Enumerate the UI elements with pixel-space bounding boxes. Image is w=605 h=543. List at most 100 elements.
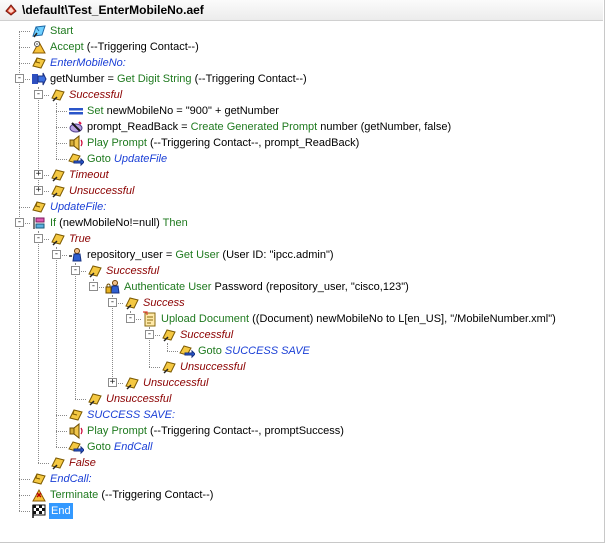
expand-toggle[interactable]: + [34,170,43,179]
label-segment: Timeout [69,169,109,181]
branch-icon [50,167,66,183]
goto-icon [68,439,85,455]
tree-node-label: repository_user = Get User (User ID: "ip… [87,247,334,263]
tree-connector [56,415,67,416]
goto-icon [68,151,85,167]
accept-icon [31,39,47,55]
collapse-toggle[interactable]: - [15,74,24,83]
tree-connector [56,431,67,432]
label-segment: Start [50,25,74,37]
label-segment: Accept [50,41,84,53]
label-segment: Authenticate User [124,281,212,293]
label-segment: Goto [87,441,111,453]
collapse-toggle[interactable]: - [34,234,43,243]
label-icon [31,55,47,71]
tree-node-label: EnterMobileNo: [50,55,126,71]
tree-node-label: Terminate (--Triggering Contact--) [50,487,213,503]
create-prompt-icon [68,119,84,135]
collapse-toggle[interactable]: - [108,298,117,307]
branch-icon [124,375,140,391]
collapse-toggle[interactable]: - [15,218,24,227]
label-segment: (--Triggering Contact--) [191,73,307,85]
collapse-toggle[interactable]: - [34,90,43,99]
collapse-toggle[interactable]: - [145,330,154,339]
play-prompt-icon [68,422,84,440]
tree-connector [19,495,30,496]
tree-node-label: Upload Document ((Document) newMobileNo … [161,311,556,327]
tree-node-label: Unsuccessful [106,391,171,407]
script-tree[interactable]: Start Accept (--Triggering Contact--) Ente… [0,20,603,541]
authenticate-user-icon [105,279,121,295]
label-segment: number (getNumber, false) [317,121,452,133]
branch-icon [87,391,103,407]
collapse-toggle[interactable]: - [126,314,135,323]
label-segment: (User ID: "ipcc.admin") [219,249,334,261]
label-icon [31,199,47,215]
tree-node-label: UpdateFile: [50,199,106,215]
if-icon [31,215,47,231]
label-segment: Get User [175,249,220,261]
tree-node-label: Authenticate User Password (repository_u… [124,279,409,295]
label-segment: prompt_ReadBack = [87,121,191,133]
label-segment: Upload Document [161,313,250,325]
tree-connector [19,511,30,512]
label-segment: Then [162,217,188,229]
play-prompt-icon [68,134,84,152]
tree-node-label: Start [50,23,73,39]
goto-icon [179,343,196,359]
tree-connector [19,47,30,48]
branch-icon [161,359,177,375]
label-segment: SUCCESS SAVE: [87,409,176,421]
label-segment: True [69,233,91,245]
label-segment: (newMobileNo!=null) [56,217,163,229]
label-icon [68,407,84,423]
tree-node-label: Unsuccessful [69,183,134,199]
label-segment: Play Prompt [87,425,147,437]
branch-icon [50,183,66,199]
label-segment: Terminate [50,489,99,501]
expand-toggle[interactable]: + [108,378,117,387]
branch-icon [124,295,140,311]
label-segment: Set [87,105,104,117]
tree-node-label: getNumber = Get Digit String (--Triggeri… [50,71,307,87]
label-segment: EnterMobileNo: [50,57,126,69]
collapse-toggle[interactable]: - [52,250,61,259]
label-segment: ((Document) newMobileNo to L[en_US], "/M… [249,313,556,325]
get-digit-string-icon [31,71,47,87]
tree-node-label: Accept (--Triggering Contact--) [50,39,199,55]
tree-connector [56,247,57,447]
label-segment: Successful [180,329,234,341]
tree-node-label: SUCCESS SAVE: [87,407,175,423]
collapse-toggle[interactable]: - [89,282,98,291]
tree-connector [56,159,67,160]
label-segment: False [69,457,96,469]
branch-icon [50,455,66,471]
label-segment: Unsuccessful [106,393,172,405]
tree-connector [56,127,67,128]
tree-node-label: Play Prompt (--Triggering Contact--, pro… [87,135,359,151]
label-segment: EndCall [113,441,153,453]
tree-node-label: End [49,503,73,519]
tree-node-label: Successful [69,87,122,103]
tree-connector [19,31,30,32]
branch-icon [87,263,103,279]
label-segment: newMobileNo = "900" + getNumber [103,105,279,117]
get-user-icon [68,247,84,263]
label-segment: EndCall: [50,473,92,485]
start-icon [31,23,47,39]
tree-connector [56,143,67,144]
tree-node-label: EndCall: [50,471,92,487]
tree-connector [75,263,76,399]
label-segment: repository_user = [87,249,176,261]
label-segment: UpdateFile [113,153,168,165]
tree-node-label: False [69,455,96,471]
tree-connector [112,295,113,383]
tree-connector [149,367,160,368]
expand-toggle[interactable]: + [34,186,43,195]
tree-node-label: Goto UpdateFile [87,151,167,167]
tree-node-label: Unsuccessful [180,359,245,375]
tree-connector [38,463,49,464]
tree-node-label: Unsuccessful [143,375,208,391]
tree-node-label: Timeout [69,167,109,183]
collapse-toggle[interactable]: - [71,266,80,275]
